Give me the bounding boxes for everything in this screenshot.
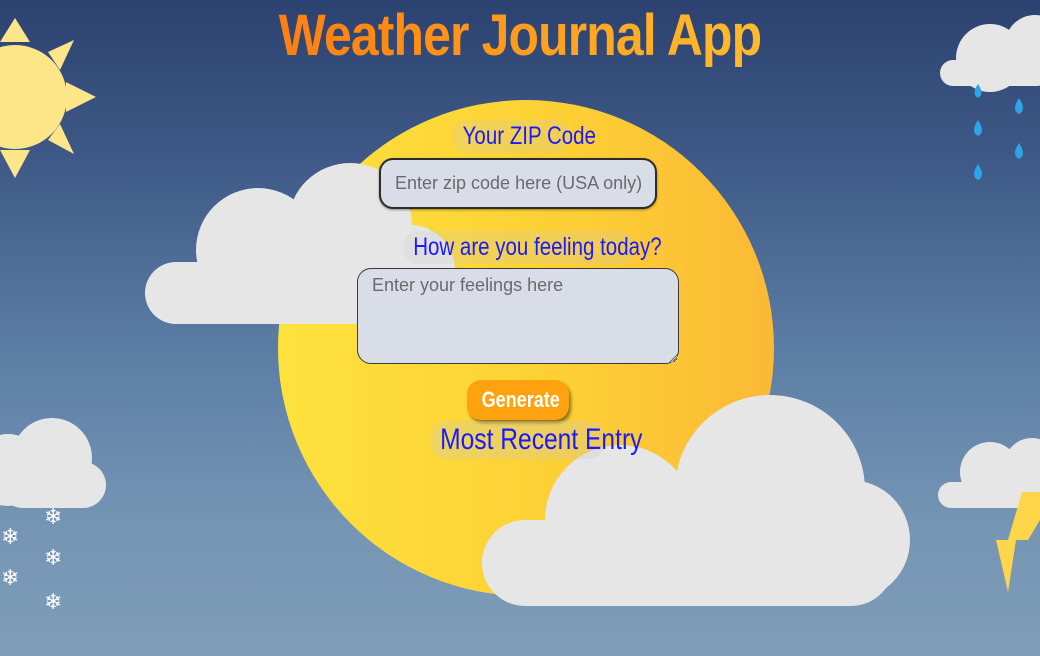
most-recent-entry-heading: Most Recent Entry [430,421,642,459]
feelings-label: How are you feeling today? [403,231,662,264]
app-title: Weather Journal App [73,2,967,69]
zip-label: Your ZIP Code [452,120,596,153]
generate-button-label: Generate [481,387,560,412]
zip-input[interactable] [379,158,657,209]
feelings-textarea[interactable] [357,268,679,364]
generate-button[interactable]: Generate [467,380,569,420]
